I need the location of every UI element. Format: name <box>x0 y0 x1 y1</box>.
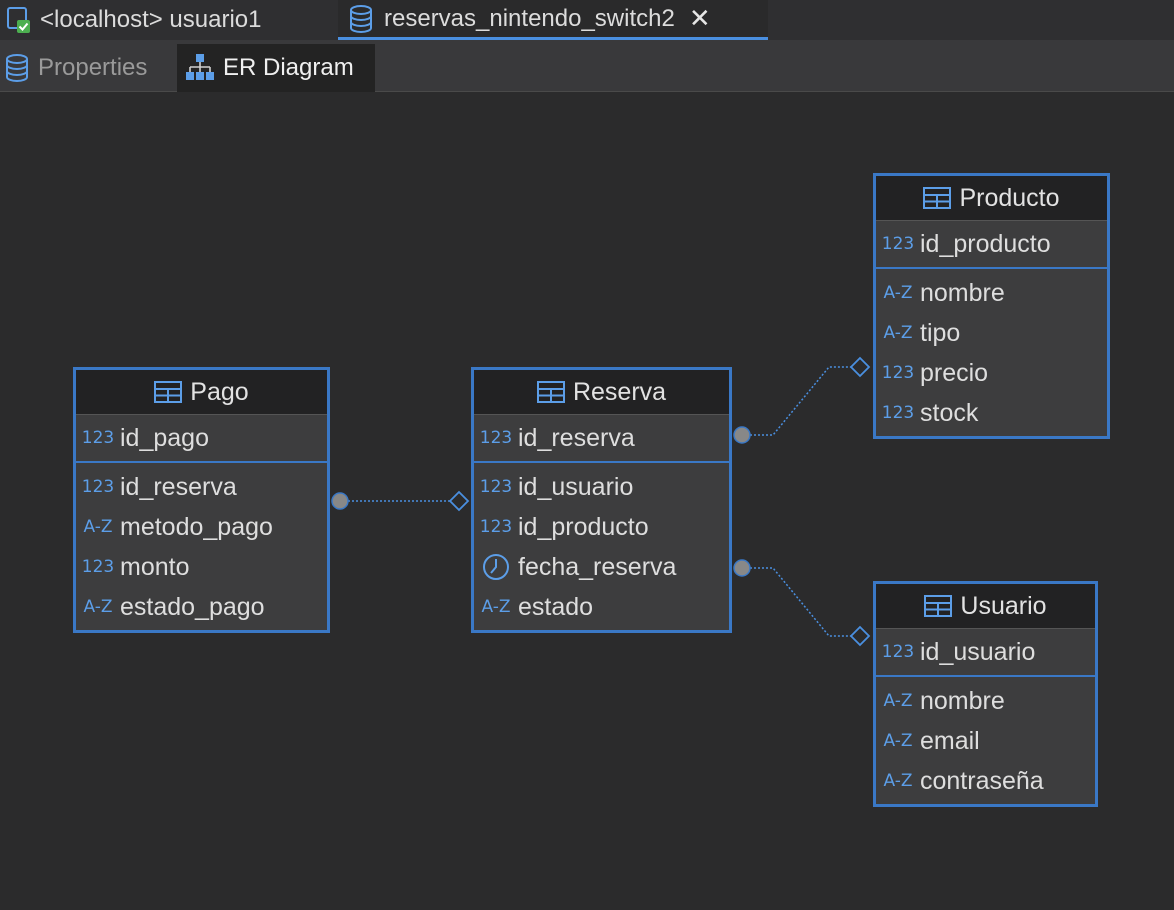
primary-key-row[interactable]: 123 id_usuario <box>876 629 1095 677</box>
field-name: metodo_pago <box>120 512 273 541</box>
table-icon <box>924 595 953 617</box>
field-row[interactable]: A-Z nombre <box>876 681 1095 721</box>
numeric-type-icon: 123 <box>881 642 915 662</box>
entity-reserva[interactable]: Reserva 123 id_reserva 123 id_usuario 123 id_p… <box>471 367 732 633</box>
entity-pago[interactable]: Pago 123 id_pago 123 id_reserva A-Z metodo_pag… <box>73 367 330 633</box>
field-name: id_reserva <box>518 423 635 452</box>
text-type-icon: A-Z <box>83 517 113 537</box>
field-name: estado_pago <box>120 592 265 621</box>
field-list: 123 id_reserva A-Z metodo_pago 123 monto A-Z es… <box>76 463 327 627</box>
relation-reserva-usuario[interactable] <box>733 559 871 647</box>
field-row[interactable]: 123 precio <box>876 353 1107 393</box>
field-row[interactable]: A-Z estado_pago <box>76 587 327 627</box>
field-name: id_producto <box>518 512 649 541</box>
field-row[interactable]: 123 stock <box>876 393 1107 433</box>
field-name: fecha_reserva <box>518 552 677 581</box>
field-list: A-Z nombre A-Z email A-Z contraseña <box>876 677 1095 801</box>
entity-usuario[interactable]: Usuario 123 id_usuario A-Z nombre A-Z email A-Z… <box>873 581 1098 807</box>
primary-key-row[interactable]: 123 id_pago <box>76 415 327 463</box>
numeric-type-icon: 123 <box>81 428 115 448</box>
entity-header[interactable]: Producto <box>876 176 1107 221</box>
field-name: email <box>920 726 980 755</box>
numeric-type-icon: 123 <box>81 477 115 497</box>
field-row[interactable]: 123 monto <box>76 547 327 587</box>
field-name: id_usuario <box>920 637 1036 666</box>
field-list: 123 id_usuario 123 id_producto fecha_reserva… <box>474 463 729 627</box>
field-row[interactable]: fecha_reserva <box>474 547 729 587</box>
field-name: precio <box>920 358 989 387</box>
entity-producto[interactable]: Producto 123 id_producto A-Z nombre A-Z tipo 12… <box>873 173 1110 439</box>
primary-key-row[interactable]: 123 id_producto <box>876 221 1107 269</box>
field-name: estado <box>518 592 594 621</box>
field-row[interactable]: A-Z metodo_pago <box>76 507 327 547</box>
field-row[interactable]: A-Z estado <box>474 587 729 627</box>
field-row[interactable]: A-Z nombre <box>876 273 1107 313</box>
text-type-icon: A-Z <box>883 771 913 791</box>
entity-header[interactable]: Reserva <box>474 370 729 415</box>
field-name: id_pago <box>120 423 209 452</box>
entity-title: Usuario <box>960 591 1047 620</box>
numeric-type-icon: 123 <box>881 363 915 383</box>
field-row[interactable]: 123 id_producto <box>474 507 729 547</box>
field-name: contraseña <box>920 766 1044 795</box>
field-name: nombre <box>920 278 1005 307</box>
field-row[interactable]: 123 id_reserva <box>76 467 327 507</box>
field-row[interactable]: A-Z contraseña <box>876 761 1095 801</box>
text-type-icon: A-Z <box>883 691 913 711</box>
primary-key-row[interactable]: 123 id_reserva <box>474 415 729 463</box>
field-name: id_usuario <box>518 472 634 501</box>
text-type-icon: A-Z <box>883 731 913 751</box>
entity-title: Pago <box>190 377 249 406</box>
clock-icon <box>474 553 518 581</box>
entity-title: Producto <box>959 183 1060 212</box>
numeric-type-icon: 123 <box>881 234 915 254</box>
field-name: stock <box>920 398 979 427</box>
entity-header[interactable]: Usuario <box>876 584 1095 629</box>
numeric-type-icon: 123 <box>479 428 513 448</box>
table-icon <box>923 187 952 209</box>
field-row[interactable]: A-Z tipo <box>876 313 1107 353</box>
numeric-type-icon: 123 <box>479 477 513 497</box>
field-name: id_producto <box>920 229 1051 258</box>
field-row[interactable]: A-Z email <box>876 721 1095 761</box>
text-type-icon: A-Z <box>883 283 913 303</box>
relation-reserva-producto[interactable] <box>733 356 871 444</box>
numeric-type-icon: 123 <box>81 557 115 577</box>
field-name: tipo <box>920 318 961 347</box>
field-list: A-Z nombre A-Z tipo 123 precio 123 stock <box>876 269 1107 433</box>
numeric-type-icon: 123 <box>479 517 513 537</box>
field-name: monto <box>120 552 190 581</box>
entity-header[interactable]: Pago <box>76 370 327 415</box>
text-type-icon: A-Z <box>481 597 511 617</box>
table-icon <box>536 381 565 403</box>
relation-pago-reserva[interactable] <box>331 490 470 512</box>
text-type-icon: A-Z <box>883 323 913 343</box>
numeric-type-icon: 123 <box>881 403 915 423</box>
field-row[interactable]: 123 id_usuario <box>474 467 729 507</box>
table-icon <box>154 381 183 403</box>
text-type-icon: A-Z <box>83 597 113 617</box>
field-name: nombre <box>920 686 1005 715</box>
field-name: id_reserva <box>120 472 237 501</box>
entity-title: Reserva <box>572 377 667 406</box>
